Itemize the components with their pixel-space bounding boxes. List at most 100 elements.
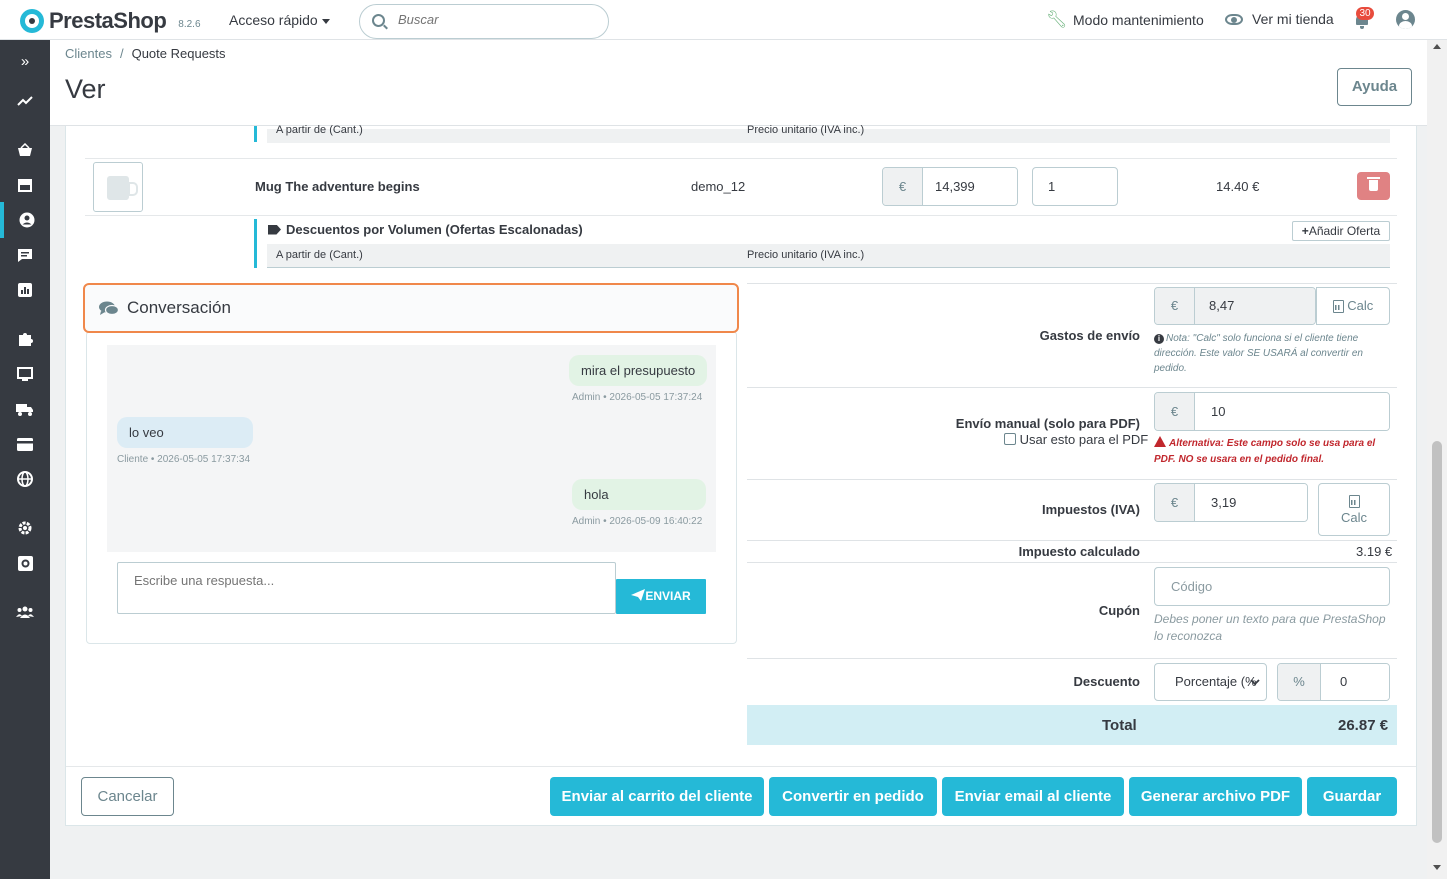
generate-pdf-button[interactable]: Generar archivo PDF (1129, 777, 1302, 816)
cancel-button[interactable]: Cancelar (81, 777, 174, 816)
row-divider (85, 215, 1397, 216)
scrollbar-thumb[interactable] (1432, 441, 1442, 843)
product-name: Mug The adventure begins (255, 179, 420, 194)
sidebar-item-customers-icon[interactable] (0, 202, 50, 238)
manual-shipping-input-group: € 10 (1154, 392, 1390, 431)
discount-type-select[interactable]: Porcentaje (% (1154, 663, 1267, 701)
discount-type-value: Porcentaje (% (1175, 674, 1257, 689)
volume-discount-title: Descuentos por Volumen (Ofertas Escalona… (268, 222, 583, 237)
totals-divider (747, 387, 1397, 388)
shipping-note-text: Nota: "Calc" solo funciona si el cliente… (1154, 333, 1363, 374)
paper-plane-icon (631, 589, 646, 601)
use-for-pdf-label: Usar esto para el PDF (1019, 432, 1149, 447)
view-shop-link[interactable]: Ver mi tienda (1225, 11, 1334, 27)
save-button[interactable]: Guardar (1307, 777, 1397, 816)
page-header: Clientes / Quote Requests Ver Ayuda (50, 40, 1427, 126)
reply-textarea[interactable] (118, 563, 615, 613)
computed-tax-label: Impuesto calculado (1018, 544, 1140, 559)
chat-message-admin: mira el presupuesto (569, 355, 708, 386)
chat-message-meta: Admin • 2026-05-05 17:37:24 (572, 392, 703, 403)
scroll-up-arrow-icon[interactable] (1433, 44, 1441, 49)
sidebar-item-shipping-icon[interactable] (0, 391, 50, 427)
unit-price-input-group: € 14,399 (882, 167, 1018, 206)
shipping-calc-button[interactable]: Calc (1316, 287, 1390, 325)
product-thumbnail[interactable] (93, 162, 143, 212)
email-customer-button[interactable]: Enviar email al cliente (942, 777, 1124, 816)
version-label: 8.2.6 (178, 18, 201, 30)
maintenance-label: Modo mantenimiento (1073, 12, 1204, 28)
discount-value-group: % 0 (1277, 663, 1390, 701)
taxes-input-group: € 3,19 (1154, 483, 1308, 522)
unit-price-input[interactable]: 14,399 (923, 168, 1017, 205)
maintenance-link[interactable]: 🔧︎ Modo mantenimiento (1046, 11, 1204, 29)
sidebar-item-messages-icon[interactable] (0, 237, 50, 273)
scroll-down-arrow-icon[interactable] (1433, 865, 1441, 870)
totals-divider (747, 540, 1397, 541)
help-button[interactable]: Ayuda (1337, 68, 1412, 106)
volume-discount-title-text: Descuentos por Volumen (Ofertas Escalona… (286, 222, 583, 237)
send-reply-button[interactable]: ENVIAR (616, 579, 706, 614)
prestashop-logo[interactable]: PrestaShop 8.2.6 (20, 8, 201, 34)
breadcrumb-parent-link[interactable]: Clientes (65, 46, 112, 61)
footer-divider (66, 766, 1416, 767)
discount-value-input[interactable]: 0 (1321, 664, 1389, 700)
quantity-input[interactable]: 1 (1032, 167, 1118, 206)
convert-to-order-button[interactable]: Convertir en pedido (769, 777, 937, 816)
quick-access-dropdown[interactable]: Acceso rápido (229, 12, 330, 28)
page-title: Ver (65, 74, 106, 104)
manual-shipping-warning: Alternativa: Este campo solo se usa para… (1154, 436, 1390, 468)
breadcrumb: Clientes / Quote Requests (65, 46, 226, 61)
taxes-calc-button[interactable]: Calc (1318, 483, 1390, 536)
send-label: ENVIAR (645, 589, 691, 603)
add-offer-button[interactable]: +Añadir Oferta (1292, 221, 1390, 241)
sidebar-item-design-icon[interactable] (0, 356, 50, 392)
sidebar-item-modules-icon[interactable] (0, 321, 50, 357)
chat-message-client: lo veo (117, 417, 253, 448)
coupon-label: Cupón (1098, 603, 1140, 618)
manual-shipping-input[interactable]: 10 (1195, 393, 1389, 430)
top-header: PrestaShop 8.2.6 Acceso rápido 🔧︎ Modo m… (0, 0, 1447, 40)
breadcrumb-current: Quote Requests (131, 46, 226, 61)
sidebar-item-settings-icon[interactable] (0, 510, 50, 546)
search-icon (372, 14, 385, 27)
tags-icon (268, 224, 281, 235)
chat-message-admin: hola (572, 479, 706, 510)
sidebar-item-catalog-icon[interactable] (0, 167, 50, 203)
taxes-input[interactable]: 3,19 (1195, 484, 1307, 521)
eye-icon (1225, 13, 1243, 25)
tier-col-unit-price: Precio unitario (IVA inc.) (747, 124, 865, 136)
coupon-input[interactable]: Código (1154, 567, 1390, 606)
chevron-down-icon (1250, 679, 1260, 686)
chat-message-meta: Admin • 2026-05-09 16:40:22 (572, 516, 703, 527)
sidebar-item-orders-icon[interactable] (0, 132, 50, 168)
sidebar-item-stats-icon[interactable] (0, 272, 50, 308)
add-offer-label: Añadir Oferta (1308, 224, 1381, 238)
tier-col-from-qty: A partir de (Cant.) (276, 249, 363, 261)
expand-sidebar-icon[interactable]: » (0, 44, 50, 80)
sidebar-item-international-icon[interactable] (0, 461, 50, 497)
sidebar-item-payment-icon[interactable] (0, 426, 50, 462)
send-to-cart-button[interactable]: Enviar al carrito del cliente (550, 777, 764, 816)
tier-col-from-qty: A partir de (Cant.) (276, 124, 363, 136)
use-for-pdf-checkbox[interactable] (1004, 433, 1016, 445)
sidebar-item-dashboard-icon[interactable] (0, 83, 50, 119)
info-icon: i (1154, 334, 1164, 344)
currency-addon: € (1155, 393, 1195, 430)
search-input[interactable] (398, 12, 598, 27)
wrench-icon: 🔧︎ (1046, 10, 1068, 29)
product-reference: demo_12 (691, 179, 746, 194)
quick-access-label: Acceso rápido (229, 12, 318, 28)
chat-message-meta: Cliente • 2026-05-05 17:37:34 (117, 454, 251, 465)
search-box[interactable] (359, 4, 609, 39)
shipping-input[interactable]: 8,47 (1195, 288, 1315, 324)
sidebar-item-advanced-icon[interactable] (0, 545, 50, 581)
percent-addon: % (1278, 664, 1321, 700)
delete-product-button[interactable] (1357, 172, 1390, 200)
sidebar-item-team-icon[interactable] (0, 594, 50, 630)
total-label: Total (1102, 717, 1137, 734)
notifications-badge: 30 (1356, 7, 1374, 20)
view-shop-label: Ver mi tienda (1252, 11, 1334, 27)
currency-addon: € (1155, 288, 1195, 324)
user-account-icon[interactable] (1396, 10, 1415, 29)
totals-divider (747, 658, 1397, 659)
